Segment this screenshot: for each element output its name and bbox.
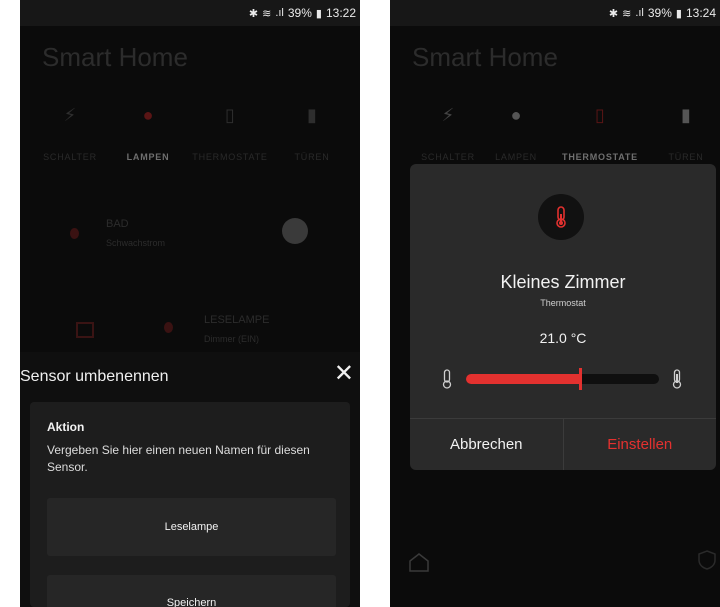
- tab-label: THERMOSTATE: [562, 152, 638, 162]
- action-card: Aktion Vergeben Sie hier einen neuen Nam…: [30, 402, 350, 607]
- device-name: BAD: [106, 218, 129, 230]
- action-description: Vergeben Sie hier einen neuen Namen für …: [47, 443, 310, 474]
- clock: 13:24: [685, 6, 716, 20]
- device-name: Kleines Zimmer: [500, 272, 626, 292]
- temperature-slider[interactable]: [466, 368, 659, 390]
- slider-thumb[interactable]: [578, 368, 582, 390]
- thermometer-icon: ▯: [595, 105, 605, 125]
- status-bar: ✱ ≋ .ıl 39% ▮ 13:24: [390, 0, 720, 26]
- clock: 13:22: [325, 6, 356, 20]
- home-icon[interactable]: [408, 552, 430, 577]
- set-button[interactable]: Einstellen: [564, 419, 717, 470]
- rename-sheet: Sensor umbenennen ✕ Aktion Vergeben Sie …: [20, 352, 360, 607]
- signal-icon: .ıl: [635, 7, 644, 19]
- tab-thermostate[interactable]: ▯ THERMOSTATE: [560, 100, 640, 162]
- slider-fill: [466, 374, 580, 384]
- tab-label: LAMPEN: [126, 152, 170, 162]
- shield-icon[interactable]: [698, 550, 716, 575]
- tab-thermostate[interactable]: ▯ THERMOSTATE: [190, 100, 270, 162]
- close-icon[interactable]: ✕: [334, 360, 354, 388]
- wifi-icon: ≋: [622, 7, 632, 20]
- bulb-icon: ●: [510, 105, 522, 125]
- tab-lampen[interactable]: ● LAMPEN: [476, 100, 556, 162]
- wifi-icon: ≋: [262, 7, 272, 20]
- door-icon: ▮: [681, 105, 691, 125]
- app-title: Smart Home: [42, 42, 188, 72]
- battery-icon: ▮: [675, 7, 682, 20]
- temperature-value: 21.0 °C: [539, 330, 587, 346]
- thermometer-low-icon: [442, 369, 452, 394]
- dialog-actions: Abbrechen Einstellen: [410, 418, 716, 470]
- bluetooth-icon: ✱: [608, 7, 619, 20]
- device-name: LESELAMPE: [204, 314, 270, 326]
- door-icon: ▮: [307, 105, 317, 125]
- device-type: Schwachstrom: [106, 238, 166, 248]
- category-tabs: ⚡ SCHALTER ● LAMPEN ▯ THERMOSTATE ▮ TÜRE…: [20, 100, 360, 170]
- bolt-icon: ⚡: [63, 105, 77, 125]
- sensor-name-input[interactable]: [47, 498, 336, 556]
- bulb-icon: [164, 322, 173, 333]
- bluetooth-icon: ✱: [248, 7, 259, 20]
- signal-icon: .ıl: [275, 7, 284, 19]
- phone-screen-right: ✱ ≋ .ıl 39% ▮ 13:24 Smart Home ⚡ SCHALTE…: [390, 0, 720, 607]
- thermometer-icon: ▯: [225, 105, 235, 125]
- action-heading: Aktion: [47, 420, 85, 434]
- tab-tueren[interactable]: ▮ TÜREN: [272, 100, 352, 162]
- battery-icon: ▮: [315, 7, 322, 20]
- tab-label: SCHALTER: [43, 152, 97, 162]
- device-type: Dimmer (EIN): [204, 334, 259, 344]
- tab-tueren[interactable]: ▮ TÜREN: [646, 100, 720, 162]
- tab-schalter[interactable]: ⚡ SCHALTER: [30, 100, 110, 162]
- status-bar: ✱ ≋ .ıl 39% ▮ 13:22: [20, 0, 360, 26]
- tab-label: TÜREN: [668, 152, 704, 162]
- thermostat-dialog: Kleines Zimmer Thermostat 21.0 °C Abbrec…: [410, 164, 716, 470]
- tab-label: THERMOSTATE: [192, 152, 268, 162]
- cancel-button[interactable]: Abbrechen: [410, 419, 564, 470]
- tab-label: LAMPEN: [495, 152, 537, 162]
- tab-lampen[interactable]: ● LAMPEN: [108, 100, 188, 162]
- save-button[interactable]: Speichern: [47, 575, 336, 607]
- thermometer-icon: [538, 194, 584, 240]
- battery-percent: 39%: [287, 6, 312, 20]
- thermometer-high-icon: [672, 369, 682, 394]
- edit-icon[interactable]: [76, 322, 94, 338]
- tab-label: TÜREN: [294, 152, 330, 162]
- device-type: Thermostat: [540, 298, 586, 308]
- toggle-switch[interactable]: [282, 218, 308, 244]
- battery-percent: 39%: [647, 6, 672, 20]
- bulb-icon: [70, 228, 79, 239]
- category-tabs: ⚡ SCHALTER ● LAMPEN ▯ THERMOSTATE ▮ TÜRE…: [390, 100, 720, 170]
- bulb-icon: ●: [142, 105, 154, 125]
- sheet-title: Sensor umbenennen: [20, 368, 169, 385]
- app-title: Smart Home: [412, 42, 558, 72]
- phone-screen-left: ✱ ≋ .ıl 39% ▮ 13:22 Smart Home ⚡ SCHALTE…: [20, 0, 360, 607]
